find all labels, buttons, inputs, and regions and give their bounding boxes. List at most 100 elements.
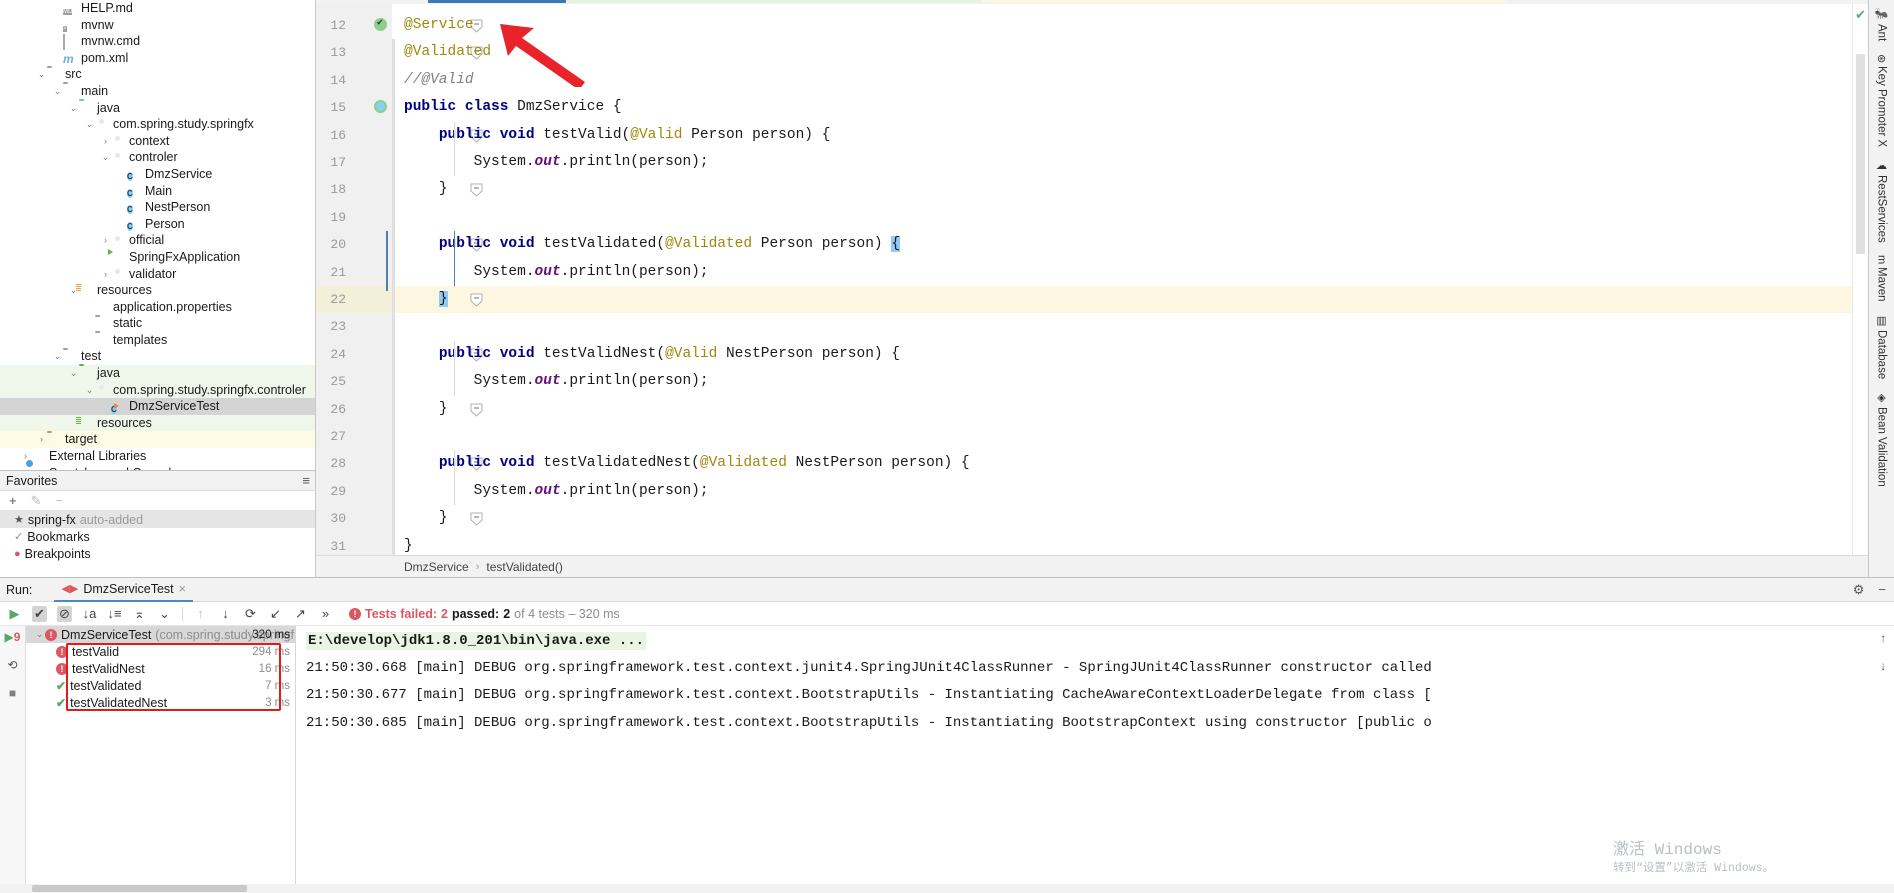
tree-item-application-properties[interactable]: application.properties bbox=[0, 299, 315, 316]
close-icon[interactable]: × bbox=[179, 582, 186, 596]
tree-item-dmzservicetest[interactable]: C DmzServiceTest bbox=[0, 398, 315, 415]
code-line[interactable]: } bbox=[404, 176, 448, 203]
fold-region-icon[interactable] bbox=[470, 512, 483, 526]
tree-item-resources[interactable]: ⌄ resources bbox=[0, 282, 315, 299]
next-failed-icon[interactable]: ↓ bbox=[218, 606, 233, 621]
tree-item-nestperson[interactable]: C NestPerson bbox=[0, 199, 315, 216]
show-passed-icon[interactable]: ✔ bbox=[32, 605, 47, 622]
scroll-up-icon[interactable]: ↑ bbox=[1879, 632, 1886, 646]
project-tree[interactable]: MD HELP.md > mvnw mvnw.cmd m pom.xml ⌄ src ⌄ main ⌄… bbox=[0, 0, 315, 481]
breadcrumb[interactable]: DmzService › testValidated() bbox=[316, 555, 1868, 577]
code-line[interactable]: System.out.println(person); bbox=[404, 149, 709, 176]
favorites-list[interactable]: ★ spring-fx auto-added ✓ Bookmarks ● Breakpoin… bbox=[0, 511, 315, 562]
test-row-testvalid[interactable]: ! testValid 294 ms bbox=[26, 643, 295, 660]
tree-item-external-libraries[interactable]: › External Libraries bbox=[0, 448, 315, 465]
expand-arrow-icon[interactable]: › bbox=[100, 266, 111, 283]
tree-item-main[interactable]: ⌄ main bbox=[0, 83, 315, 100]
tree-item-pom-xml[interactable]: m pom.xml bbox=[0, 50, 315, 67]
add-favorite-button[interactable]: + bbox=[9, 493, 17, 508]
tool-tab-bean-validation[interactable]: ◈ Bean Validation bbox=[1873, 387, 1890, 491]
test-row-testvalidatednest[interactable]: ✔ testValidatedNest 3 ms bbox=[26, 694, 295, 711]
code-line[interactable]: } bbox=[404, 533, 413, 555]
expand-arrow-icon[interactable]: ⌄ bbox=[84, 382, 95, 399]
test-row-testvalidnest[interactable]: ! testValidNest 16 ms bbox=[26, 660, 295, 677]
tree-item-validator[interactable]: › validator bbox=[0, 266, 315, 283]
code-line[interactable]: @Validated bbox=[404, 39, 491, 66]
tree-item-main[interactable]: C Main bbox=[0, 183, 315, 200]
rerun-icon[interactable]: ▶9 bbox=[5, 630, 21, 644]
tree-item-person[interactable]: C Person bbox=[0, 216, 315, 233]
scroll-down-icon[interactable]: ↓ bbox=[1879, 660, 1886, 674]
tree-item-static[interactable]: static bbox=[0, 315, 315, 332]
edit-favorite-button[interactable]: ✎ bbox=[31, 493, 42, 509]
tool-tab-database[interactable]: ▥ Database bbox=[1873, 310, 1890, 383]
error-stripe[interactable]: ✔ bbox=[1852, 4, 1868, 555]
tree-item-templates[interactable]: templates bbox=[0, 332, 315, 349]
fold-region-icon[interactable] bbox=[470, 403, 483, 417]
code-line[interactable]: } bbox=[404, 396, 448, 423]
console-output[interactable]: E:\develop\jdk1.8.0_201\bin\java.exe ...… bbox=[296, 626, 1894, 893]
tree-item-mvnw[interactable]: > mvnw bbox=[0, 17, 315, 34]
rerun-failed-icon[interactable]: ⟲ bbox=[7, 658, 17, 672]
remove-favorite-button[interactable]: − bbox=[56, 493, 64, 508]
expand-all-icon[interactable]: ⌅ bbox=[132, 606, 147, 622]
tool-tab-ant[interactable]: 🐜 Ant bbox=[1873, 4, 1890, 46]
previous-failed-icon[interactable]: ↑ bbox=[193, 606, 208, 621]
horizontal-scrollbar-thumb[interactable] bbox=[32, 885, 247, 892]
gear-icon[interactable]: ⚙ bbox=[1853, 582, 1865, 598]
expand-arrow-icon[interactable]: ⌄ bbox=[36, 66, 47, 83]
expand-arrow-icon[interactable]: ⌄ bbox=[34, 629, 45, 640]
code-line[interactable]: public void testValidNest(@Valid NestPer… bbox=[404, 341, 900, 368]
tree-item-java[interactable]: ⌄ java bbox=[0, 365, 315, 382]
tree-item-com-spring-study-springfx[interactable]: ⌄ com.spring.study.springfx bbox=[0, 116, 315, 133]
collapse-all-icon[interactable]: ≡ bbox=[302, 473, 310, 488]
export-tests-icon[interactable]: ↗ bbox=[293, 606, 308, 622]
tree-item-official[interactable]: › official bbox=[0, 232, 315, 249]
fold-region-icon[interactable] bbox=[470, 293, 483, 307]
tree-item-context[interactable]: › context bbox=[0, 133, 315, 150]
code-line[interactable]: public void testValid(@Valid Person pers… bbox=[404, 122, 831, 149]
code-line[interactable]: System.out.println(person); bbox=[404, 368, 709, 395]
favorites-item-breakpoints[interactable]: ● Breakpoints bbox=[0, 545, 315, 562]
tool-tab-key-promoter-x[interactable]: ⊛ Key Promoter X bbox=[1873, 50, 1890, 151]
favorites-item-bookmarks[interactable]: ✓ Bookmarks bbox=[0, 528, 315, 545]
tree-item-mvnw-cmd[interactable]: mvnw.cmd bbox=[0, 33, 315, 51]
code-line[interactable]: //@Valid bbox=[404, 67, 474, 94]
favorites-item-spring-fx[interactable]: ★ spring-fx auto-added bbox=[0, 511, 315, 528]
run-tab-dmzservicetest[interactable]: ◀▶ DmzServiceTest × bbox=[54, 578, 193, 602]
stop-icon[interactable]: ■ bbox=[9, 686, 16, 700]
expand-arrow-icon[interactable]: ⌄ bbox=[84, 116, 95, 133]
rerun-tests-icon[interactable]: ▶ bbox=[7, 606, 22, 622]
tool-tab-restservices[interactable]: ☁ RestServices bbox=[1873, 155, 1890, 247]
code-line[interactable]: System.out.println(person); bbox=[404, 259, 709, 286]
expand-arrow-icon[interactable]: ⌄ bbox=[52, 83, 63, 100]
tree-item-dmzservice[interactable]: C DmzService bbox=[0, 166, 315, 183]
sort-alphabetically-icon[interactable]: ↓a bbox=[82, 606, 97, 621]
code-line[interactable]: public class DmzService { bbox=[404, 94, 622, 121]
breadcrumb-class[interactable]: DmzService bbox=[404, 560, 469, 574]
expand-arrow-icon[interactable]: › bbox=[100, 133, 111, 150]
import-tests-icon[interactable]: ↙ bbox=[268, 606, 283, 622]
test-row-dmzservicetest[interactable]: ⌄! DmzServiceTest (com.spring.study.spring… bbox=[26, 626, 295, 643]
tree-item-resources[interactable]: resources bbox=[0, 414, 315, 432]
tree-item-java[interactable]: ⌄ java bbox=[0, 100, 315, 117]
editor-gutter[interactable]: 12 ✔ 13 14 15 16 17 18 19 20 21 22 23 24 25 26 27 28 29 30 3… bbox=[316, 4, 392, 555]
show-ignored-icon[interactable]: ⊘ bbox=[57, 605, 72, 622]
test-results-tree[interactable]: ⌄! DmzServiceTest (com.spring.study.spring… bbox=[26, 626, 296, 893]
sort-by-duration-icon[interactable]: ↓≡ bbox=[107, 606, 122, 621]
history-icon[interactable]: ⟳ bbox=[243, 606, 258, 622]
expand-arrow-icon[interactable]: ⌄ bbox=[68, 100, 79, 117]
code-content[interactable]: @Service @Validated //@Valid public class D… bbox=[392, 4, 1852, 555]
tree-item-com-spring-study-springfx-controler[interactable]: ⌄ com.spring.study.springfx.controler bbox=[0, 381, 315, 399]
expand-arrow-icon[interactable]: › bbox=[36, 431, 47, 448]
expand-arrow-icon[interactable]: ⌄ bbox=[52, 348, 63, 365]
code-line[interactable]: @Service bbox=[404, 12, 474, 39]
horizontal-scrollbar[interactable] bbox=[0, 884, 1894, 893]
expand-arrow-icon[interactable]: ⌄ bbox=[68, 365, 79, 382]
code-line[interactable]: } bbox=[404, 505, 448, 532]
code-line[interactable]: public void testValidated(@Validated Per… bbox=[404, 231, 901, 258]
tree-item-target[interactable]: › target bbox=[0, 431, 315, 449]
fold-region-icon[interactable] bbox=[470, 183, 483, 198]
spring-bean-icon[interactable]: ✔ bbox=[374, 18, 388, 45]
tree-item-help-md[interactable]: MD HELP.md bbox=[0, 0, 315, 17]
